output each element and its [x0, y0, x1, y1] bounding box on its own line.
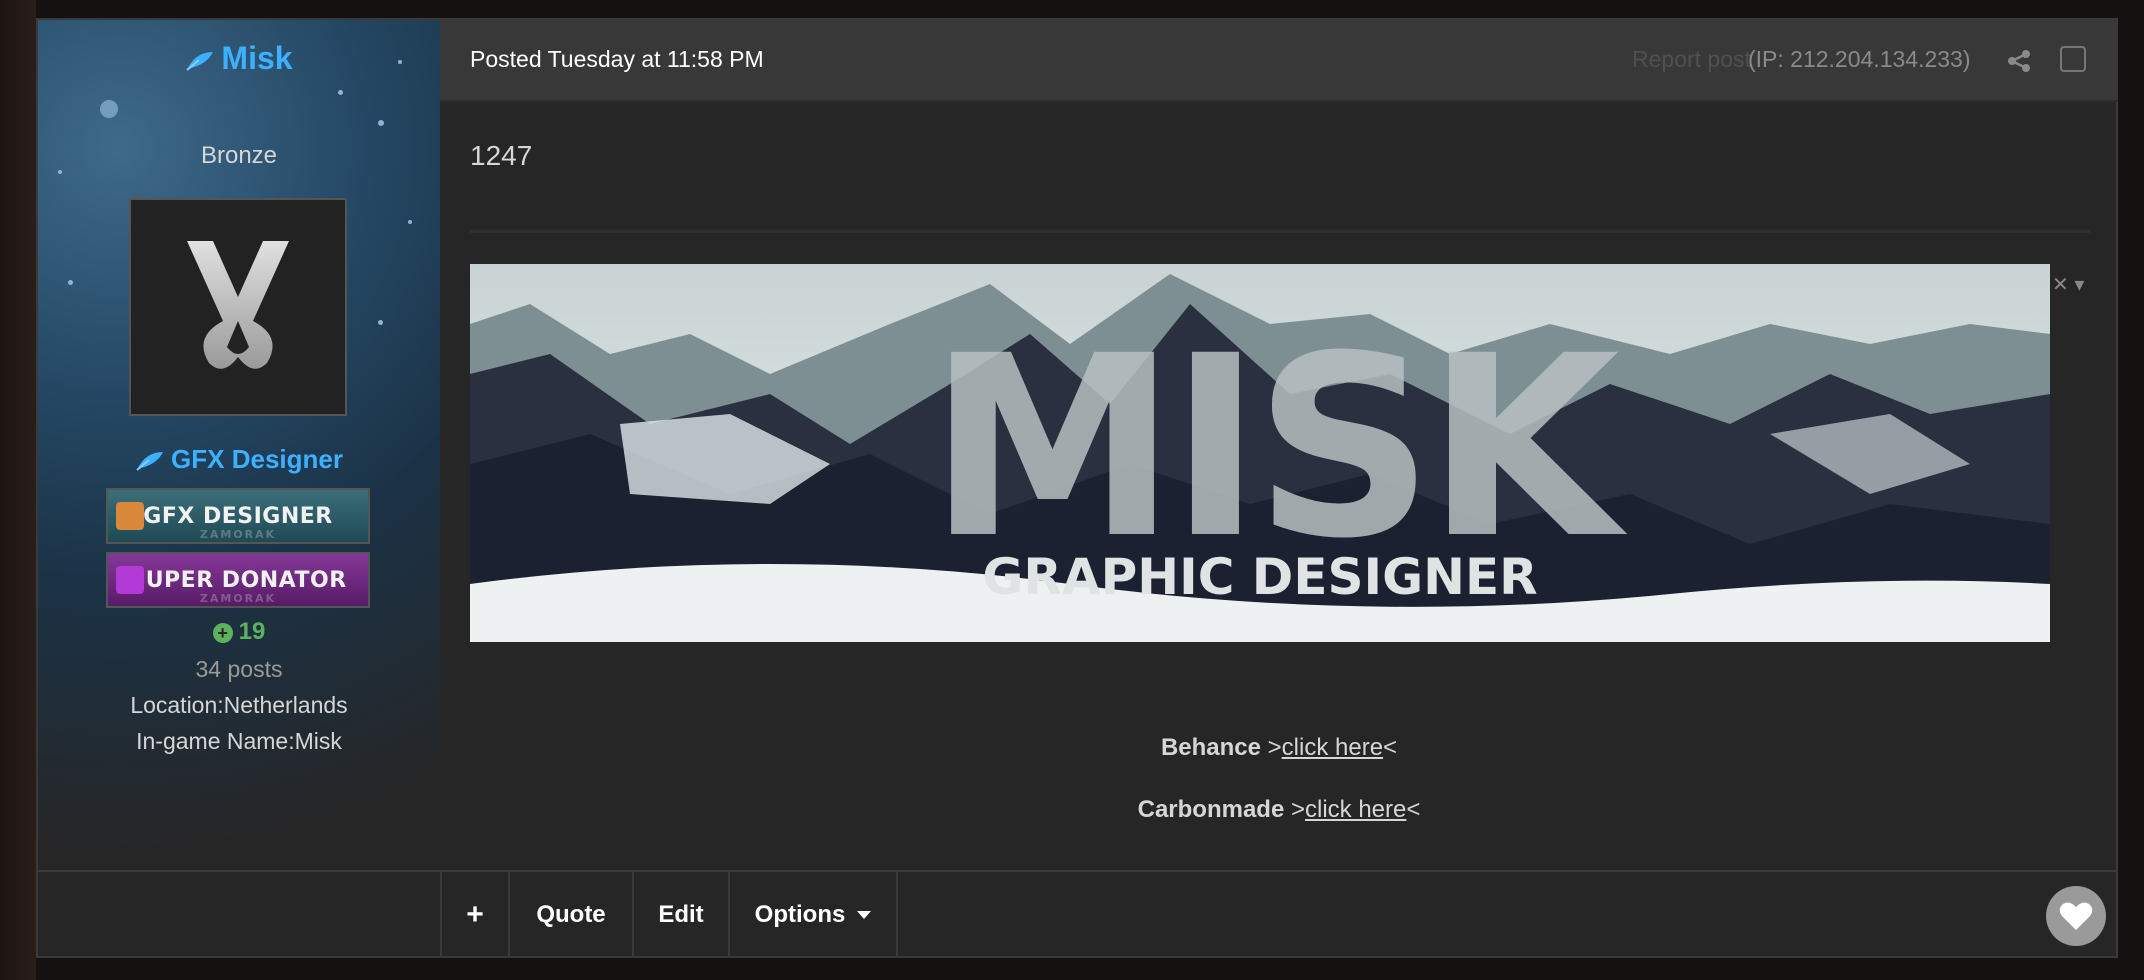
quote-button[interactable]: Quote — [508, 872, 632, 958]
badge-sub: ZAMORAK — [199, 592, 277, 605]
post-text: 1247 — [470, 140, 533, 171]
author-rank: Bronze — [200, 142, 278, 169]
like-button[interactable] — [2046, 886, 2106, 946]
avatar[interactable] — [129, 198, 347, 416]
location-field: Location:Netherlands — [130, 692, 348, 718]
link-label: Carbonmade — [1137, 796, 1285, 823]
member-group: GFX Designer — [38, 444, 440, 475]
link-pre: > — [1284, 796, 1305, 823]
star-decoration — [378, 320, 383, 325]
posted-date[interactable]: Posted Tuesday at 11:58 PM — [470, 46, 764, 73]
multiquote-button[interactable]: + — [440, 872, 508, 958]
plus-circle-icon: + — [212, 622, 233, 643]
badge-gfx-designer: GFX DESIGNER ZAMORAK — [106, 488, 370, 544]
behance-line: Behance >click here< — [440, 734, 2118, 762]
badge-title: GFX DESIGNER — [143, 503, 333, 529]
caret-down-icon — [857, 911, 872, 919]
badge-sub: ZAMORAK — [199, 528, 277, 541]
star-decoration — [100, 100, 118, 118]
banner-subtitle: GRAPHIC DESIGNER — [982, 548, 1537, 606]
reputation: +19 — [38, 618, 440, 646]
edit-button[interactable]: Edit — [632, 872, 728, 958]
link-pre: > — [1260, 734, 1282, 761]
feather-icon — [136, 452, 164, 471]
forum-post: Misk Bronze GFX Designer GFX DESIGNER ZA… — [36, 18, 2118, 958]
badge-super-donator: SUPER DONATOR ZAMORAK — [106, 552, 370, 608]
author-sidebar: Misk Bronze GFX Designer GFX DESIGNER ZA… — [38, 20, 440, 870]
mountain-banner-art: MISK GRAPHIC DESIGNER — [470, 264, 2050, 642]
avatar-logo — [187, 241, 289, 369]
star-decoration — [378, 120, 384, 126]
star-decoration — [58, 170, 62, 174]
badge-title: SUPER DONATOR — [129, 567, 347, 593]
post-footer: + Quote Edit Options — [38, 870, 2118, 958]
ip-address: (IP: 212.204.134.233) — [1748, 46, 1971, 72]
behance-link[interactable]: click here — [1282, 734, 1383, 761]
carbonmade-line: Carbonmade >click here< — [440, 796, 2118, 824]
share-icon[interactable] — [2006, 48, 2032, 74]
content-divider — [470, 230, 2090, 233]
image-options-control[interactable]: ✕ ▾ — [2052, 272, 2084, 297]
banner-image: MISK GRAPHIC DESIGNER — [470, 264, 2050, 642]
post-count: 34 posts — [195, 656, 283, 682]
star-decoration — [68, 280, 73, 285]
carbonmade-link[interactable]: click here — [1305, 796, 1406, 823]
member-group-text: GFX Designer — [171, 444, 343, 474]
author-name[interactable]: Misk — [38, 40, 440, 77]
link-post: < — [1406, 796, 1421, 823]
select-post-checkbox[interactable] — [2060, 46, 2086, 72]
feather-icon — [186, 51, 214, 71]
ingame-name-field: In-game Name:Misk — [136, 728, 342, 754]
star-decoration — [408, 220, 412, 224]
author-name-text[interactable]: Misk — [221, 40, 292, 76]
options-label: Options — [754, 901, 846, 928]
dollar-icon — [116, 566, 144, 594]
link-post: < — [1383, 734, 1398, 761]
heart-icon — [2059, 902, 2093, 930]
link-label: Behance — [1160, 734, 1261, 761]
reputation-count: 19 — [238, 618, 266, 645]
star-decoration — [338, 90, 343, 95]
options-button[interactable]: Options — [728, 872, 898, 958]
page-edge — [0, 0, 36, 980]
palette-icon — [116, 502, 144, 530]
report-post-link[interactable]: Report post — [1632, 46, 1751, 73]
post-header: Posted Tuesday at 11:58 PM Report post (… — [440, 20, 2118, 102]
